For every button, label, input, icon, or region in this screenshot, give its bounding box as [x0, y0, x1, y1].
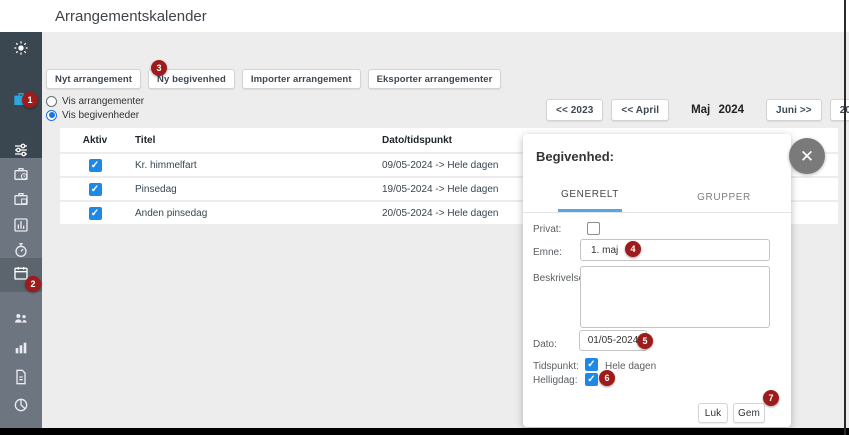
- step-badge-7: 7: [763, 390, 779, 406]
- bar-chart-icon[interactable]: [13, 340, 29, 356]
- groups-icon[interactable]: [13, 310, 29, 326]
- tab-label: GRUPPER: [694, 192, 754, 212]
- row-active-checkbox[interactable]: [89, 207, 102, 220]
- emne-label: Emne:: [533, 247, 562, 258]
- step-badge-1: 1: [22, 92, 38, 108]
- brightness-icon[interactable]: [13, 40, 29, 56]
- tab-grupper[interactable]: GRUPPER: [657, 178, 791, 212]
- row-title: Kr. himmelfart: [130, 160, 375, 171]
- tidspunkt-label: Tidspunkt:: [533, 361, 579, 372]
- toolbar: Nyt arrangement Ny begivenhed Importer a…: [46, 69, 501, 89]
- tune-icon[interactable]: [13, 142, 29, 158]
- event-modal: Begivenhed: GENERELT GRUPPER Privat: Emn…: [523, 134, 791, 427]
- step-badge-3: 3: [151, 60, 167, 76]
- window-right-edge: [844, 0, 846, 435]
- row-active-checkbox[interactable]: [89, 183, 102, 196]
- next-year-button[interactable]: 2025 >>: [830, 99, 849, 121]
- beskrivelse-textarea[interactable]: [580, 266, 770, 328]
- close-icon: ✕: [800, 148, 814, 165]
- tab-label: GENERELT: [558, 189, 622, 212]
- step-badge-2: 2: [25, 276, 41, 292]
- import-arrangement-button[interactable]: Importer arrangement: [242, 69, 361, 89]
- window-bottom-edge: [0, 428, 849, 435]
- page-title: Arrangementskalender: [55, 8, 207, 25]
- row-active-checkbox[interactable]: [89, 159, 102, 172]
- radio-checked-icon[interactable]: [46, 110, 57, 121]
- document-icon[interactable]: [13, 369, 29, 385]
- header-titel: Titel: [130, 135, 375, 146]
- prev-month-button[interactable]: << April: [611, 99, 669, 121]
- row-title: Pinsedag: [130, 184, 375, 195]
- gem-button[interactable]: Gem: [733, 403, 765, 423]
- sidebar: [0, 32, 42, 428]
- helligdag-checkbox[interactable]: [585, 373, 598, 386]
- beskrivelse-label: Beskrivelse:: [533, 273, 587, 284]
- new-arrangement-button[interactable]: Nyt arrangement: [46, 69, 141, 89]
- close-button[interactable]: ✕: [789, 138, 825, 174]
- radio-label: Vis begivenheder: [62, 110, 139, 121]
- privat-label: Privat:: [533, 224, 561, 235]
- step-badge-6: 6: [599, 370, 615, 386]
- pie-chart-icon[interactable]: [13, 397, 29, 413]
- next-month-button[interactable]: Juni >>: [766, 99, 822, 121]
- timer-icon[interactable]: [13, 242, 29, 258]
- prev-year-button[interactable]: << 2023: [546, 99, 603, 121]
- row-title: Anden pinsedag: [130, 208, 375, 219]
- step-badge-4: 4: [625, 241, 641, 257]
- helligdag-label: Helligdag:: [533, 375, 577, 386]
- hele-dagen-label: Hele dagen: [605, 361, 656, 372]
- radio-unchecked-icon[interactable]: [46, 96, 57, 107]
- header-aktiv: Aktiv: [60, 135, 130, 146]
- radio-vis-arrangementer[interactable]: Vis arrangementer: [46, 95, 144, 107]
- radio-vis-begivenheder[interactable]: Vis begivenheder: [46, 109, 144, 121]
- chart-frame-icon[interactable]: [13, 217, 29, 233]
- tab-generelt[interactable]: GENERELT: [523, 178, 657, 212]
- briefcase-clock-icon[interactable]: [13, 166, 29, 182]
- export-arrangements-button[interactable]: Eksporter arrangementer: [368, 69, 502, 89]
- modal-title: Begivenhed:: [536, 149, 614, 164]
- calendar-nav: << 2023 << April Maj 2024 Juni >> 2025 >…: [546, 99, 849, 121]
- radio-label: Vis arrangementer: [62, 96, 144, 107]
- view-filter: Vis arrangementer Vis begivenheder: [46, 95, 144, 121]
- dato-label: Dato:: [533, 339, 557, 350]
- current-month-label: Maj 2024: [691, 104, 744, 116]
- hele-dagen-checkbox[interactable]: [585, 358, 598, 371]
- privat-checkbox[interactable]: [587, 222, 600, 235]
- modal-tabs: GENERELT GRUPPER: [523, 178, 791, 212]
- luk-button[interactable]: Luk: [698, 403, 728, 423]
- emne-input[interactable]: [580, 239, 770, 261]
- briefcase-box-icon[interactable]: [13, 191, 29, 207]
- step-badge-5: 5: [637, 333, 653, 349]
- tabs-divider: [523, 212, 791, 213]
